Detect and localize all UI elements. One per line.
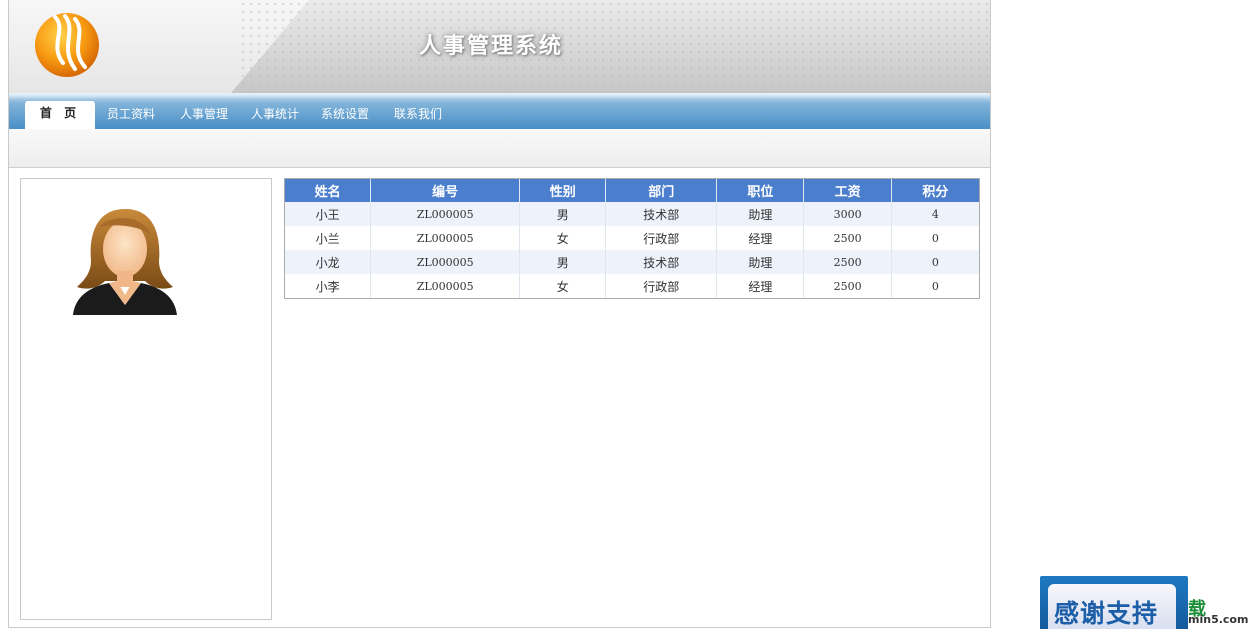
thanks-badge-inner: 感谢支持 [1048,584,1176,629]
table-row[interactable]: 小王 ZL000005 男 技术部 助理 3000 4 [285,202,979,226]
cell-points: 0 [891,250,979,274]
cell-department: 技术部 [605,250,718,274]
table-row[interactable]: 小龙 ZL000005 男 技术部 助理 2500 0 [285,250,979,274]
cell-gender: 女 [519,274,607,298]
cell-department: 技术部 [605,202,718,226]
system-title: 人事管理系统 [419,33,564,59]
photo-panel [20,178,272,620]
cell-id: ZL000005 [370,250,521,274]
col-header-name: 姓名 [285,179,372,202]
cell-name: 小李 [285,274,372,298]
col-header-salary: 工资 [803,179,892,202]
cell-position: 经理 [716,226,805,250]
cell-id: ZL000005 [370,274,521,298]
cell-position: 助理 [716,250,805,274]
cell-salary: 3000 [803,202,892,226]
cell-department: 行政部 [605,226,718,250]
user-avatar-icon [73,209,177,315]
app-frame: 人事管理系统 首 页 员工资料 人事管理 人事统计 系统设置 联系我们 姓名 编… [8,0,991,628]
table-header-row: 姓名 编号 性别 部门 职位 工资 积分 [285,179,979,202]
col-header-position: 职位 [716,179,805,202]
cell-name: 小兰 [285,226,372,250]
sub-bar [9,129,990,168]
cell-id: ZL000005 [370,202,521,226]
employee-table: 姓名 编号 性别 部门 职位 工资 积分 小王 ZL000005 男 技术部 助… [285,179,979,298]
col-header-gender: 性别 [519,179,607,202]
nav-bar-highlight [9,93,990,99]
logo-icon [35,13,99,77]
col-header-department: 部门 [605,179,718,202]
cell-salary: 2500 [803,250,892,274]
cell-salary: 2500 [803,274,892,298]
col-header-points: 积分 [891,179,979,202]
cell-gender: 男 [519,250,607,274]
nav-item-system-settings[interactable]: 系统设置 [321,104,369,124]
nav-item-hr-statistics[interactable]: 人事统计 [251,104,299,124]
cell-name: 小龙 [285,250,372,274]
cell-points: 0 [891,226,979,250]
employee-table-container: 姓名 编号 性别 部门 职位 工资 积分 小王 ZL000005 男 技术部 助… [284,178,980,299]
watermark-domain: min5.com [1188,613,1249,626]
thanks-badge-text: 感谢支持 [1054,599,1159,628]
nav-item-home[interactable]: 首 页 [25,101,95,129]
cell-points: 4 [891,202,979,226]
cell-department: 行政部 [605,274,718,298]
table-row[interactable]: 小李 ZL000005 女 行政部 经理 2500 0 [285,274,979,298]
cell-points: 0 [891,274,979,298]
cell-id: ZL000005 [370,226,521,250]
col-header-id: 编号 [370,179,521,202]
header-dot-pattern [239,0,990,93]
header-banner: 人事管理系统 [9,0,990,93]
cell-salary: 2500 [803,226,892,250]
cell-gender: 男 [519,202,607,226]
nav-item-contact-us[interactable]: 联系我们 [394,104,442,124]
cell-name: 小王 [285,202,372,226]
table-row[interactable]: 小兰 ZL000005 女 行政部 经理 2500 0 [285,226,979,250]
nav-item-hr-management[interactable]: 人事管理 [180,104,228,124]
cell-gender: 女 [519,226,607,250]
cell-position: 经理 [716,274,805,298]
cell-position: 助理 [716,202,805,226]
thanks-badge: 感谢支持 [1040,576,1188,629]
nav-item-employee-info[interactable]: 员工资料 [107,104,155,124]
